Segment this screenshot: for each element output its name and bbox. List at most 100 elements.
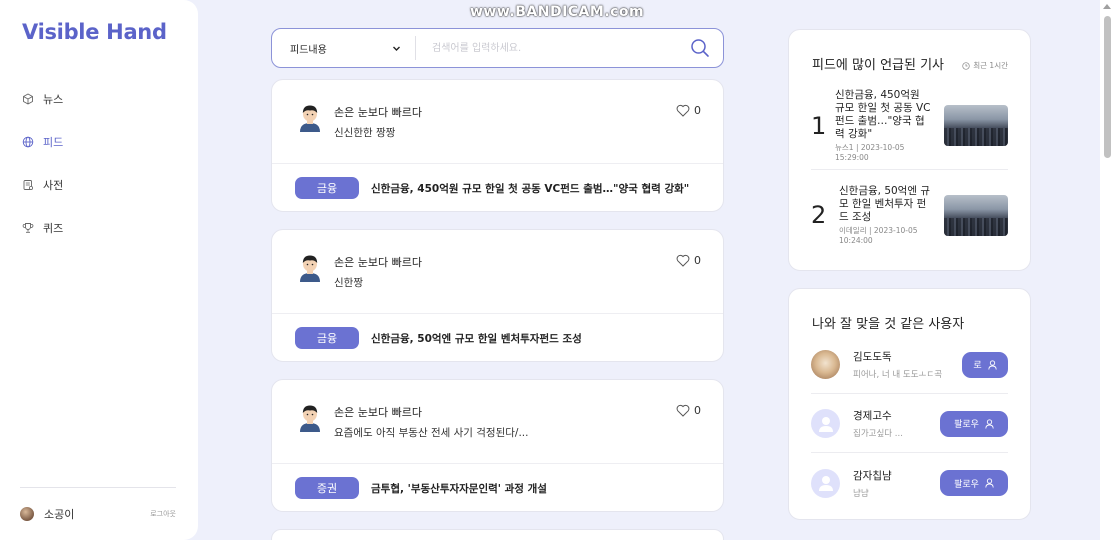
search-bar: 피드내용 — [271, 28, 724, 68]
recommended-users-panel: 나와 잘 맞을 것 같은 사용자 김도도독 피어나, 너 내 도도ㅗㄷ곡 로 경… — [788, 288, 1031, 520]
like-button[interactable]: 0 — [676, 104, 701, 117]
feed-content: 신한짱 — [334, 277, 363, 289]
feed-article-link: 금융 신한금융, 450억원 규모 한일 첫 공동 VC펀드 출범…"양국 협력… — [272, 164, 723, 212]
follow-button-label: 로 — [973, 361, 982, 371]
scroll-up-arrow[interactable] — [1103, 4, 1111, 9]
user-bio: 집가고싶다 ... — [853, 429, 903, 439]
feed-card[interactable]: 손은 눈보다 빠르다 신신한한 짱짱 0 금융 신한금융, 450억원 규모 한… — [271, 79, 724, 212]
feed-content: 요즘에도 아직 부동산 전세 사기 걱정된다/... — [334, 427, 529, 439]
user-bio: 피어나, 너 내 도도ㅗㄷ곡 — [853, 370, 943, 380]
chevron-down-icon — [393, 46, 400, 51]
feed-card-body: 손은 눈보다 빠르다 신한짱 0 — [272, 230, 723, 314]
feed-card[interactable]: 손은 눈보다 빠르다 신한짱 0 금융 신한금융, 50억엔 규모 한일 벤처투… — [271, 229, 724, 362]
user-bio: 냠냠 — [853, 488, 869, 499]
recommended-user: 감자칩냠 냠냠 팔로우 — [811, 454, 1008, 512]
feed-article-link: 금융 신한금융, 50억엔 규모 한일 벤처투자펀드 조성 — [272, 314, 723, 362]
article-time: 15:29:00 — [835, 152, 869, 162]
clock-icon — [962, 61, 970, 70]
user-icon — [987, 359, 997, 370]
feed-card-body: 손은 눈보다 빠르다 요즘에도 아직 부동산 전세 사기 걱정된다/... 0 — [272, 380, 723, 464]
article-thumbnail[interactable] — [944, 194, 1008, 236]
search-type-select[interactable]: 피드내용 — [272, 36, 416, 60]
search-type-value: 피드내용 — [290, 44, 327, 56]
default-user-icon — [818, 476, 833, 491]
trending-articles-panel: 피드에 많이 언급된 기사 최근 1시간 1 신한금융, 450억원 규모 한일… — [788, 29, 1031, 271]
user-name[interactable]: 경제고수 — [853, 408, 940, 423]
article-rank: 1 — [811, 111, 827, 140]
like-count: 0 — [694, 104, 701, 117]
article-time: 10:24:00 — [839, 235, 873, 245]
avatar[interactable] — [811, 468, 840, 498]
sidebar-item-label: 뉴스 — [43, 93, 64, 106]
category-tag[interactable]: 금융 — [295, 327, 359, 349]
like-button[interactable]: 0 — [676, 254, 701, 267]
avatar[interactable] — [811, 409, 840, 438]
category-tag[interactable]: 금융 — [295, 177, 359, 199]
page-scrollbar[interactable] — [1100, 0, 1114, 540]
search-input[interactable] — [416, 33, 677, 63]
article-headline[interactable]: 신한금융, 450억원 규모 한일 첫 공동 VC펀드 출범…"양국 협력 강화… — [371, 181, 689, 196]
article-title[interactable]: 신한금융, 50억엔 규모 한일 벤처투자 펀드 조성 — [839, 185, 935, 224]
globe-icon — [22, 136, 34, 148]
feed-card-body: 손은 눈보다 빠르다 신신한한 짱짱 0 — [272, 80, 723, 164]
dictionary-icon — [22, 179, 34, 191]
article-headline[interactable]: 금투협, '부동산투자자문인력' 과정 개설 — [371, 481, 547, 496]
recommended-user: 경제고수 집가고싶다 ... 팔로우 — [811, 395, 1008, 453]
panel-title: 피드에 많이 언급된 기사 — [812, 58, 944, 73]
article-thumbnail[interactable] — [944, 105, 1008, 146]
logout-link[interactable]: 로그아웃 — [150, 509, 176, 519]
recommended-user: 김도도독 피어나, 너 내 도도ㅗㄷ곡 로 — [811, 336, 1008, 394]
sidebar-nav: 뉴스 피드 사전 퀴즈 — [22, 88, 63, 260]
user-icon — [985, 478, 994, 488]
heart-icon — [676, 404, 690, 417]
default-user-icon — [818, 416, 833, 432]
app-logo[interactable]: Visible Hand — [22, 20, 167, 44]
follow-button[interactable]: 팔로우 — [940, 470, 1008, 496]
trending-article[interactable]: 2 신한금융, 50억엔 규모 한일 벤처투자 펀드 조성 이데일리 | 202… — [811, 171, 1008, 259]
follow-button[interactable]: 팔로우 — [940, 410, 1008, 437]
feed-card[interactable]: 손은 눈보다 빠르다 요즘에도 아직 부동산 전세 사기 걱정된다/... 0 … — [271, 379, 724, 512]
avatar[interactable] — [811, 350, 840, 379]
follow-button-label: 팔로우 — [954, 479, 979, 490]
trending-article[interactable]: 1 신한금융, 450억원 규모 한일 첫 공동 VC펀드 출범…"양국 협력 … — [811, 82, 1008, 170]
time-filter: 최근 1시간 — [962, 60, 1008, 71]
user-avatar-icon — [300, 405, 320, 432]
like-button[interactable]: 0 — [676, 404, 701, 417]
heart-icon — [676, 254, 690, 267]
feed-author[interactable]: 손은 눈보다 빠르다 — [334, 404, 422, 420]
sidebar-user: 소공이 로그아웃 — [20, 487, 176, 522]
category-tag[interactable]: 증권 — [295, 477, 359, 499]
user-icon — [985, 418, 994, 429]
follow-button-label: 팔로우 — [954, 420, 979, 430]
like-count: 0 — [694, 404, 701, 417]
follow-button[interactable]: 로 — [962, 351, 1008, 378]
sidebar-item-label: 피드 — [43, 136, 64, 149]
article-headline[interactable]: 신한금융, 50억엔 규모 한일 벤처투자펀드 조성 — [371, 331, 582, 346]
search-button[interactable] — [677, 30, 723, 66]
user-name[interactable]: 김도도독 — [853, 349, 962, 364]
panel-title: 나와 잘 맞을 것 같은 사용자 — [812, 317, 965, 332]
avatar[interactable] — [20, 507, 34, 521]
article-source: 이데일리 | 2023-10-05 — [839, 225, 918, 235]
heart-icon — [676, 104, 690, 117]
search-icon — [691, 39, 709, 57]
sidebar: Visible Hand 뉴스 피드 사전 퀴즈 소공이 로그아웃 — [0, 0, 198, 540]
feed-article-link: 증권 금투협, '부동산투자자문인력' 과정 개설 — [272, 464, 723, 512]
feed-author[interactable]: 손은 눈보다 빠르다 — [334, 104, 422, 120]
sidebar-item-dictionary[interactable]: 사전 — [22, 174, 63, 196]
time-filter-label: 최근 1시간 — [973, 61, 1008, 70]
like-count: 0 — [694, 254, 701, 267]
user-name[interactable]: 감자칩냠 — [853, 468, 940, 483]
sidebar-item-feed[interactable]: 피드 — [22, 131, 63, 153]
sidebar-item-news[interactable]: 뉴스 — [22, 88, 63, 110]
scroll-thumb[interactable] — [1104, 16, 1111, 158]
user-avatar-icon — [300, 105, 320, 132]
feed-card[interactable] — [271, 529, 724, 540]
article-title[interactable]: 신한금융, 450억원 규모 한일 첫 공동 VC펀드 출범…"양국 협력 강화… — [835, 89, 931, 141]
current-user-name: 소공이 — [44, 508, 75, 521]
sidebar-item-quiz[interactable]: 퀴즈 — [22, 217, 63, 239]
article-source: 뉴스1 | 2023-10-05 — [835, 142, 905, 152]
sidebar-item-label: 사전 — [43, 179, 64, 192]
feed-author[interactable]: 손은 눈보다 빠르다 — [334, 254, 422, 270]
trophy-icon — [22, 222, 34, 234]
